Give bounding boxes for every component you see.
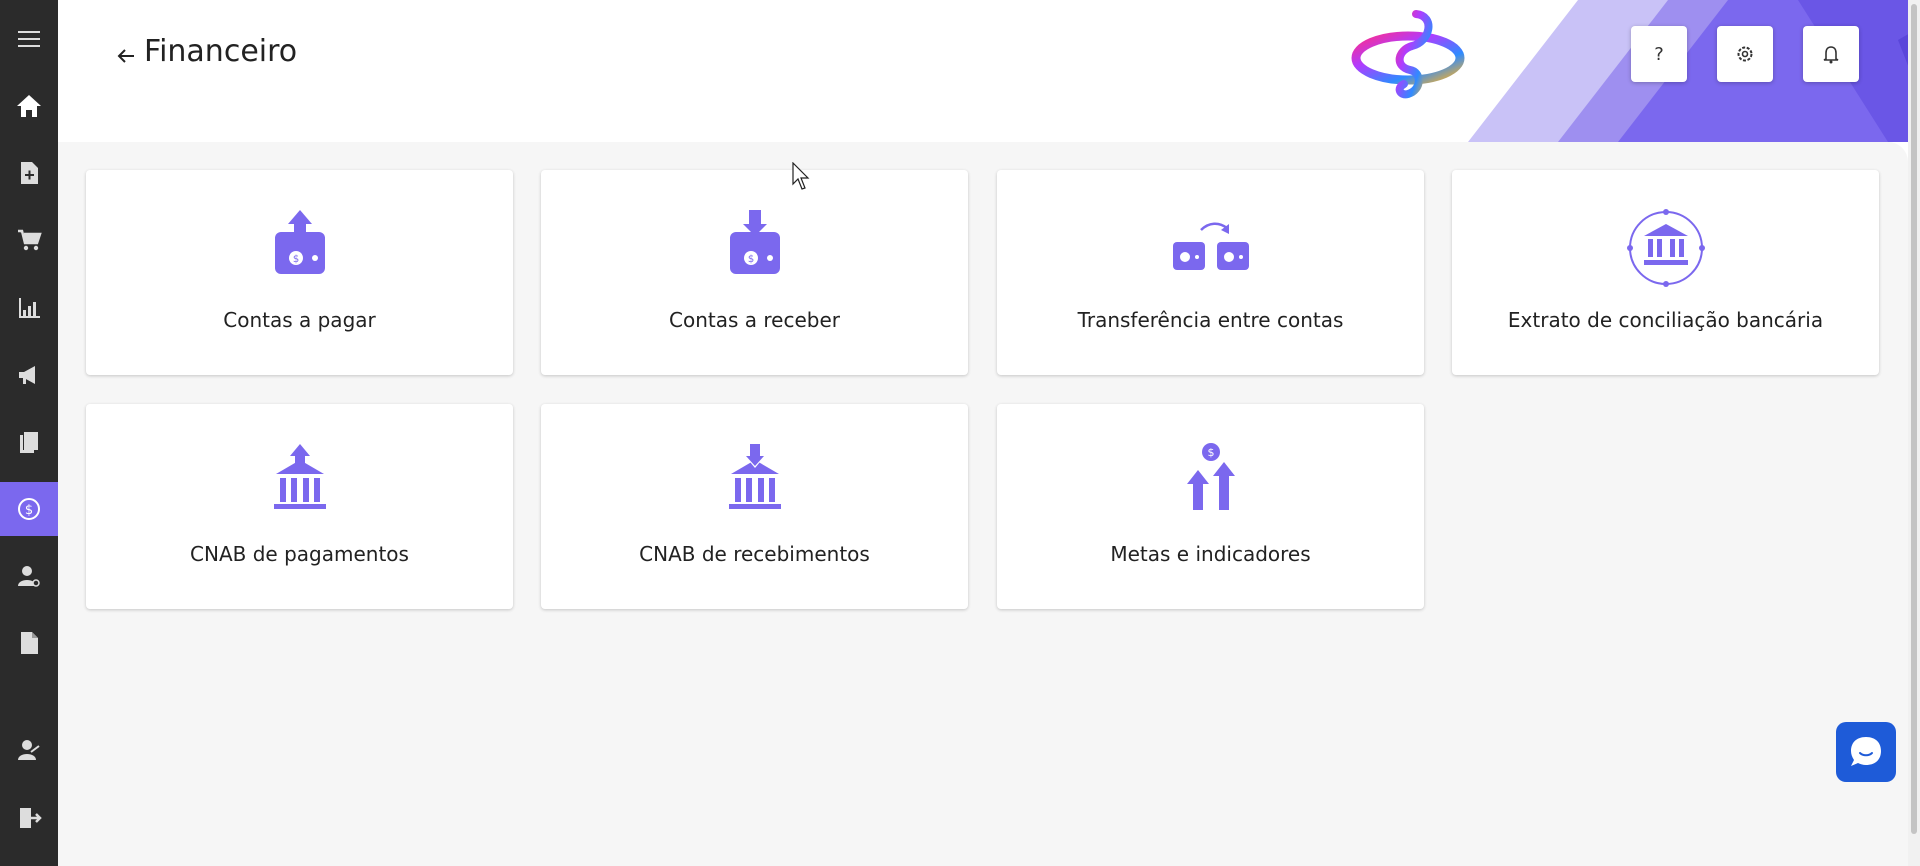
arrow-left-icon [117, 49, 134, 63]
transfer-icon [1172, 222, 1249, 270]
svg-text:$: $ [292, 254, 298, 265]
scrollbar-thumb[interactable] [1911, 4, 1917, 834]
header: Financeiro ? [58, 0, 1920, 142]
card-label: Contas a receber [669, 308, 840, 332]
hamburger-icon [18, 31, 40, 47]
page-title: Financeiro [144, 34, 298, 69]
svg-text:$: $ [25, 503, 33, 518]
svg-text:$: $ [1207, 446, 1214, 459]
sidebar-item-sales[interactable] [0, 213, 58, 267]
files-icon [20, 432, 38, 453]
card-label: CNAB de recebimentos [639, 542, 870, 566]
chat-bubble-icon [1851, 737, 1881, 766]
sidebar-item-logout[interactable] [0, 791, 58, 845]
goals-icon: $ [1186, 443, 1235, 510]
sidebar-item-catalog[interactable] [0, 415, 58, 469]
card-metas-indicadores[interactable]: $ Metas e indicadores [997, 404, 1424, 609]
back-button[interactable] [106, 38, 146, 74]
logout-icon [20, 808, 42, 828]
chart-icon [19, 298, 40, 318]
svg-text:$: $ [747, 254, 753, 265]
svg-text:?: ? [1654, 44, 1664, 65]
bank-circle-icon [1626, 209, 1705, 287]
chat-button[interactable] [1836, 722, 1896, 782]
sidebar-item-home[interactable] [0, 79, 58, 133]
home-icon [17, 95, 41, 117]
help-button[interactable]: ? [1631, 26, 1687, 82]
sidebar-item-fiscal[interactable] [0, 616, 58, 670]
main-content: $ Contas a pagar $ Contas a receber Tran… [58, 142, 1908, 866]
cart-icon [18, 229, 42, 251]
card-contas-a-receber[interactable]: $ Contas a receber [541, 170, 968, 375]
sidebar-item-financial[interactable]: $ [0, 482, 58, 536]
card-label: Transferência entre contas [1077, 308, 1344, 332]
card-label: CNAB de pagamentos [190, 542, 409, 566]
wallet-up-icon: $ [274, 210, 325, 274]
file-plus-icon [21, 162, 38, 184]
card-label: Metas e indicadores [1110, 542, 1311, 566]
user-gear-icon [18, 566, 40, 587]
card-label: Contas a pagar [223, 308, 376, 332]
user-support-icon [18, 740, 40, 760]
card-contas-a-pagar[interactable]: $ Contas a pagar [86, 170, 513, 375]
page-scrollbar[interactable] [1908, 0, 1920, 866]
sidebar-item-menu[interactable] [0, 12, 58, 66]
sidebar: $ [0, 0, 58, 866]
question-icon: ? [1654, 44, 1664, 65]
card-transferencia-entre-contas[interactable]: Transferência entre contas [997, 170, 1424, 375]
bell-icon [1823, 46, 1839, 64]
file-icon [21, 632, 38, 654]
megaphone-icon [19, 366, 35, 384]
card-label: Extrato de conciliação bancária [1507, 308, 1824, 332]
sidebar-item-marketing[interactable] [0, 348, 58, 402]
bank-down-icon [728, 444, 781, 509]
card-cnab-recebimentos[interactable]: CNAB de recebimentos [541, 404, 968, 609]
sidebar-item-users[interactable] [0, 549, 58, 603]
wallet-down-icon: $ [729, 210, 780, 274]
settings-button[interactable] [1717, 26, 1773, 82]
card-cnab-pagamentos[interactable]: CNAB de pagamentos [86, 404, 513, 609]
bank-up-icon [273, 444, 326, 509]
notifications-button[interactable] [1803, 26, 1859, 82]
logo [1351, 10, 1465, 99]
card-extrato-conciliacao[interactable]: Extrato de conciliação bancária [1452, 170, 1879, 375]
mouse-cursor-icon [792, 162, 810, 190]
dollar-icon: $ [18, 498, 40, 520]
sidebar-item-support[interactable] [0, 723, 58, 777]
sidebar-item-reports[interactable] [0, 281, 58, 335]
gear-icon [1737, 46, 1753, 62]
sidebar-item-documents[interactable] [0, 146, 58, 200]
